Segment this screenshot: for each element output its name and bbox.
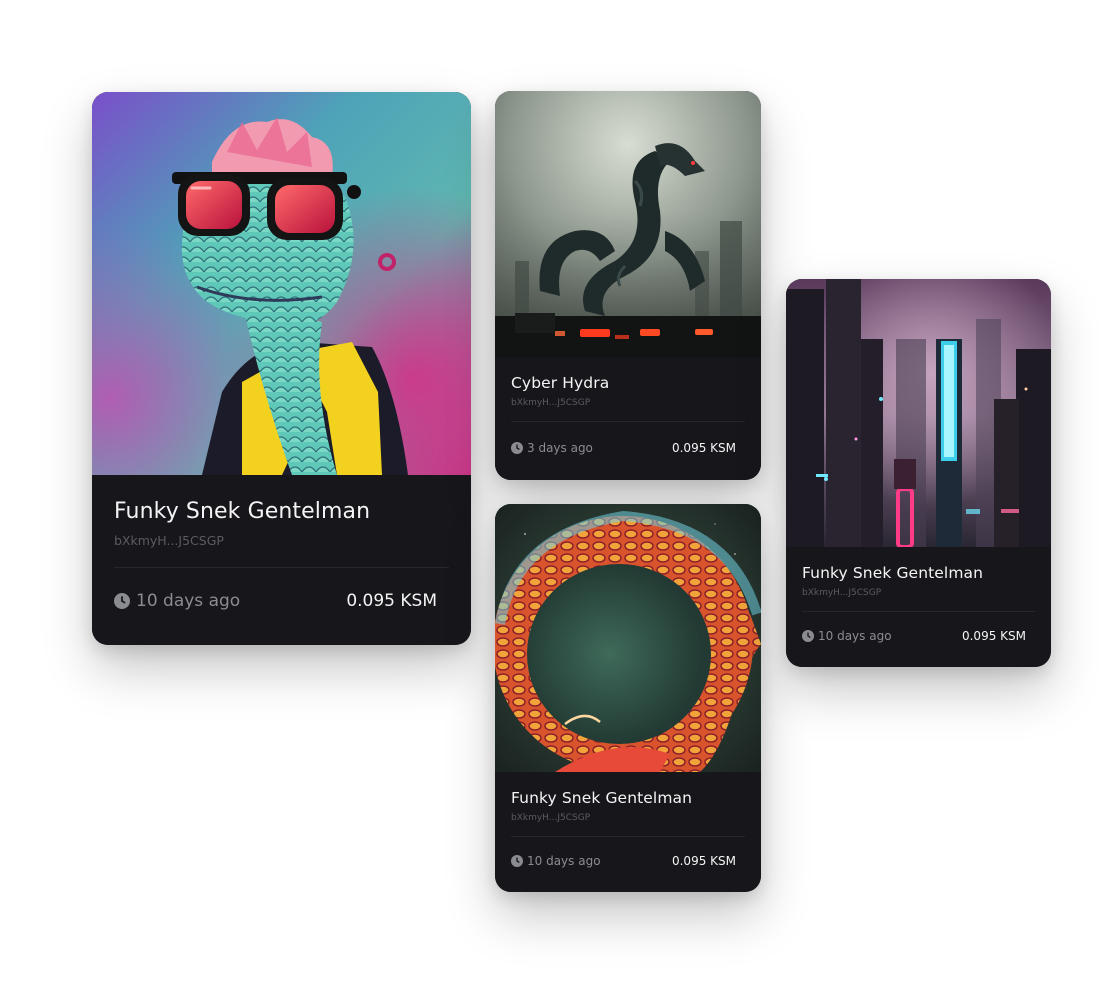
nft-card-showcase: Funky Snek Gentelman bXkmyH...J5CSGP 10 …	[0, 0, 1099, 997]
nft-card[interactable]: Funky Snek Gentelman bXkmyH...J5CSGP 10 …	[495, 504, 761, 892]
nft-price: 0.095 KSM	[346, 591, 437, 611]
nft-artwork-image	[495, 91, 761, 357]
listing-age-text: 3 days ago	[527, 441, 593, 455]
listing-age: 10 days ago	[114, 591, 240, 611]
nft-title[interactable]: Funky Snek Gentelman	[114, 499, 370, 524]
nft-card-info: Funky Snek Gentelman bXkmyH...J5CSGP 10 …	[92, 475, 471, 645]
listing-age: 3 days ago	[511, 441, 593, 455]
divider	[511, 836, 745, 837]
clock-icon	[802, 630, 814, 642]
listing-age-text: 10 days ago	[527, 854, 601, 868]
divider	[802, 611, 1035, 612]
nft-title[interactable]: Funky Snek Gentelman	[511, 789, 692, 807]
nft-artwork-image	[786, 279, 1051, 547]
nft-card-info: Funky Snek Gentelman bXkmyH...J5CSGP 10 …	[495, 772, 761, 892]
clock-icon	[511, 442, 523, 454]
listing-age: 10 days ago	[802, 629, 892, 643]
nft-price: 0.095 KSM	[961, 629, 1026, 643]
owner-address[interactable]: bXkmyH...J5CSGP	[802, 588, 881, 598]
owner-address[interactable]: bXkmyH...J5CSGP	[511, 813, 590, 823]
nft-artwork-image	[495, 504, 761, 772]
nft-artwork-image	[92, 92, 471, 475]
clock-icon	[511, 855, 523, 867]
clock-icon	[114, 593, 130, 609]
listing-age-text: 10 days ago	[136, 591, 241, 611]
nft-title[interactable]: Funky Snek Gentelman	[802, 564, 983, 582]
nft-card[interactable]: Cyber Hydra bXkmyH...J5CSGP 3 days ago 0…	[495, 91, 761, 480]
nft-title[interactable]: Cyber Hydra	[511, 374, 609, 392]
owner-address[interactable]: bXkmyH...J5CSGP	[511, 398, 590, 408]
nft-card-info: Funky Snek Gentelman bXkmyH...J5CSGP 10 …	[786, 547, 1051, 667]
nft-price: 0.095 KSM	[671, 441, 736, 455]
listing-age: 10 days ago	[511, 854, 601, 868]
divider	[114, 567, 449, 568]
listing-age-text: 10 days ago	[818, 629, 892, 643]
divider	[511, 421, 745, 422]
nft-card[interactable]: Funky Snek Gentelman bXkmyH...J5CSGP 10 …	[786, 279, 1051, 667]
nft-card-info: Cyber Hydra bXkmyH...J5CSGP 3 days ago 0…	[495, 357, 761, 480]
owner-address[interactable]: bXkmyH...J5CSGP	[114, 533, 224, 548]
nft-price: 0.095 KSM	[671, 854, 736, 868]
nft-card[interactable]: Funky Snek Gentelman bXkmyH...J5CSGP 10 …	[92, 92, 471, 645]
